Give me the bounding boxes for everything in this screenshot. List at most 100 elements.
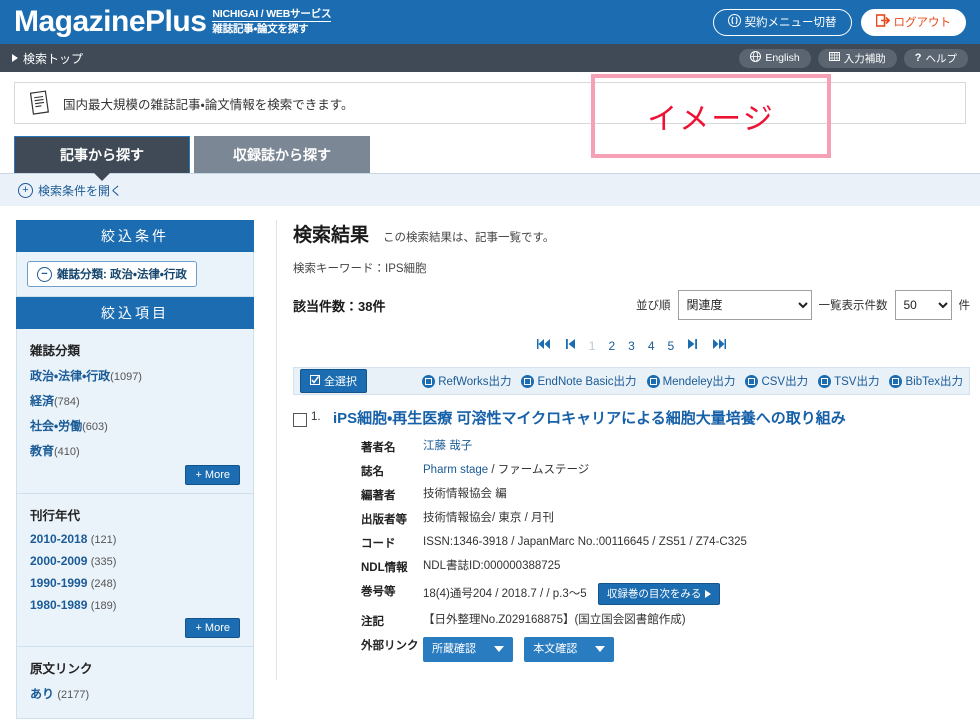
results-panel: 検索結果 この検索結果は、記事一覧です。 検索キーワード：IPS細胞 該当件数：… — [276, 220, 970, 680]
pagination-page-1: 1 — [588, 338, 596, 353]
meta-row-journal: 誌名 Pharm stage / ファームステージ — [361, 463, 970, 479]
facet-item-count: (121) — [90, 534, 117, 546]
caret-right-icon — [705, 589, 712, 598]
facet-more-button[interactable]: + More — [185, 465, 240, 485]
minus-circle-icon: − — [37, 266, 52, 282]
mendeley-icon — [646, 374, 660, 388]
facet-item-label: 1990-1999 — [30, 576, 88, 590]
facet-more-button[interactable]: + More — [185, 618, 240, 638]
view-volume-toc-button[interactable]: 収録巻の目次をみる — [597, 582, 721, 605]
facet-item-count: (410) — [54, 446, 80, 458]
facet-item[interactable]: 教育(410) — [30, 442, 240, 459]
pagination-page-2[interactable]: 2 — [608, 339, 615, 353]
filter-panel-title: 絞込条件 — [16, 220, 254, 252]
export-tsv-button[interactable]: TSV出力 — [818, 373, 879, 389]
facet-panel-title: 絞込項目 — [16, 297, 254, 329]
sort-label: 並び順 — [636, 300, 671, 312]
result-checkbox[interactable] — [293, 413, 307, 427]
facet-item[interactable]: あり (2177) — [30, 685, 240, 702]
holdings-check-dropdown[interactable]: 所蔵確認 — [423, 636, 513, 662]
author-link[interactable]: 江藤 哉子 — [423, 440, 472, 452]
results-controls: 並び順 関連度 一覧表示件数 50 件 — [636, 290, 970, 320]
journal-link[interactable]: Pharm stage — [423, 464, 488, 476]
facet-item[interactable]: 2010-2018 (121) — [30, 532, 240, 546]
facet-item-label: 2000-2009 — [30, 554, 88, 568]
results-header: 検索結果 この検索結果は、記事一覧です。 — [293, 220, 970, 247]
meta-value: 技術情報協会 編 — [423, 487, 507, 500]
active-filter-chip-label: 雑誌分類: 政治・法律・行政 — [57, 269, 187, 281]
result-title-link[interactable]: iPS細胞・再生医療 可溶性マイクロキャリアによる細胞大量培養への取り組み — [333, 409, 970, 429]
meta-value: 技術情報協会/ 東京 / 月刊 — [423, 511, 554, 524]
sort-select[interactable]: 関連度 — [677, 290, 812, 320]
export-refworks-button[interactable]: RefWorks出力 — [422, 373, 511, 389]
active-filter-chip[interactable]: − 雑誌分類: 政治・法律・行政 — [27, 261, 197, 287]
per-page-label: 一覧表示件数 — [818, 300, 888, 312]
meta-key: 外部リンク — [361, 639, 419, 652]
meta-value: NDL書誌ID:000000388725 — [423, 559, 561, 572]
fulltext-check-dropdown[interactable]: 本文確認 — [524, 636, 615, 662]
pagination-page-4[interactable]: 4 — [648, 339, 655, 353]
facet-item[interactable]: 政治・法律・行政(1097) — [30, 367, 240, 384]
logo-subtitle: NICHIGAI / WEBサービス 雑誌記事・論文を探す — [212, 8, 331, 37]
meta-value: 【日外整理No.Z029168875】(国立国会図書館作成) — [423, 613, 686, 626]
pagination-next[interactable] — [687, 338, 698, 353]
select-all-button[interactable]: 全選択 — [300, 369, 367, 393]
pagination-page-5[interactable]: 5 — [668, 339, 675, 353]
keyboard-grid-icon — [828, 51, 840, 65]
input-assist-button[interactable]: 入力補助 — [817, 48, 897, 68]
help-button[interactable]: ? ヘルプ — [903, 48, 968, 68]
facet-item[interactable]: 2000-2009 (335) — [30, 554, 240, 568]
results-count-row: 該当件数：38件 並び順 関連度 一覧表示件数 50 件 — [293, 290, 970, 320]
facet-item-count: (1097) — [110, 371, 142, 383]
pagination-page-3[interactable]: 3 — [628, 339, 635, 353]
logout-icon — [875, 13, 890, 31]
plus-circle-icon: + — [18, 182, 33, 198]
globe-icon — [750, 51, 762, 65]
meta-key: NDL情報 — [361, 561, 408, 574]
input-assist-label: 入力補助 — [843, 52, 886, 65]
search-mode-tabs: 記事から探す 収録誌から探す — [0, 124, 980, 181]
export-toolbar: 全選択 RefWorks出力 EndNote Basic出力 Mendeley出… — [293, 367, 970, 395]
logo-main-text: MagazinePlus — [14, 5, 207, 38]
open-search-conditions-link[interactable]: + 検索条件を開く — [18, 182, 122, 199]
export-links: RefWorks出力 EndNote Basic出力 Mendeley出力 CS… — [422, 373, 963, 389]
tab-search-by-journal[interactable]: 収録誌から探す — [194, 136, 370, 173]
app-header: MagazinePlus NICHIGAI / WEBサービス 雑誌記事・論文を… — [0, 0, 980, 44]
info-bar-area: 国内最大規模の雑誌記事・論文情報を検索できます。 イメージ — [0, 72, 980, 158]
export-endnote-button[interactable]: EndNote Basic出力 — [521, 373, 637, 389]
export-mendeley-button[interactable]: Mendeley出力 — [646, 373, 735, 389]
facet-title: 刊行年代 — [30, 509, 81, 523]
pagination-prev[interactable] — [565, 338, 576, 353]
tab-search-by-article[interactable]: 記事から探す — [14, 136, 190, 181]
export-bibtex-button[interactable]: BibTex出力 — [889, 373, 963, 389]
meta-key: コード — [361, 537, 396, 550]
export-csv-label: CSV出力 — [761, 376, 809, 388]
facet-item-label: 1980-1989 — [30, 598, 88, 612]
facet-item[interactable]: 経済(784) — [30, 392, 240, 409]
pagination-first[interactable] — [536, 338, 552, 353]
contract-menu-switch-button[interactable]: 契約メニュー切替 — [712, 8, 852, 36]
meta-key: 編著者 — [361, 489, 396, 502]
pagination-last[interactable] — [711, 338, 727, 353]
export-csv-button[interactable]: CSV出力 — [745, 373, 808, 389]
select-all-label: 全選択 — [324, 376, 357, 388]
english-button[interactable]: English — [739, 48, 811, 68]
facet-item[interactable]: 1980-1989 (189) — [30, 598, 240, 612]
logout-button[interactable]: ログアウト — [860, 8, 966, 36]
check-square-icon — [310, 374, 320, 388]
csv-icon — [745, 374, 759, 388]
chevron-down-icon — [595, 646, 606, 653]
facet-item-count: (335) — [90, 556, 117, 568]
document-icon — [29, 90, 51, 116]
help-label: ヘルプ — [925, 52, 958, 65]
facet-group-magazine-category: 雑誌分類 政治・法律・行政(1097) 経済(784) 社会・労働(603) 教… — [16, 329, 254, 494]
facet-item[interactable]: 社会・労働(603) — [30, 417, 240, 434]
triangle-right-icon — [12, 54, 18, 62]
per-page-select[interactable]: 50 — [894, 290, 952, 320]
sidebar: 絞込条件 − 雑誌分類: 政治・法律・行政 絞込項目 雑誌分類 政治・法律・行政… — [16, 220, 254, 719]
logout-label: ログアウト — [893, 17, 952, 29]
logo[interactable]: MagazinePlus NICHIGAI / WEBサービス 雑誌記事・論文を… — [14, 7, 331, 37]
bibtex-icon — [889, 374, 903, 388]
breadcrumb[interactable]: 検索トップ — [12, 50, 83, 67]
facet-item[interactable]: 1990-1999 (248) — [30, 576, 240, 590]
